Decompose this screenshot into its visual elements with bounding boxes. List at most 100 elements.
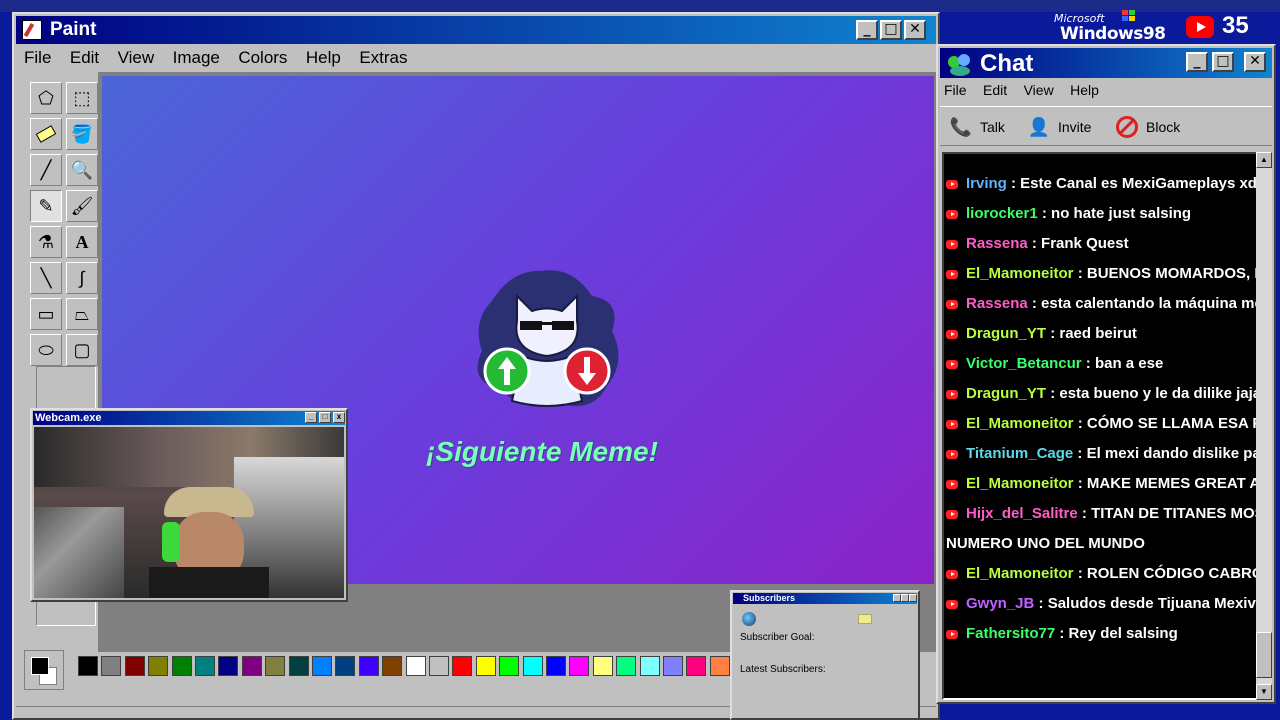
palette-swatch[interactable] <box>452 656 473 676</box>
picker-icon[interactable]: ╱ <box>30 154 62 186</box>
palette-swatch[interactable] <box>288 656 309 676</box>
subscribers-maximize-button[interactable] <box>901 594 909 602</box>
chat-username[interactable]: liorocker1 <box>966 205 1038 222</box>
chat-maximize-button[interactable]: □ <box>1212 52 1234 72</box>
minimize-button[interactable]: _ <box>856 20 878 40</box>
chat-username[interactable]: El_Mamoneitor <box>966 265 1074 282</box>
close-button[interactable]: ✕ <box>904 20 926 40</box>
chat-close-button[interactable]: ✕ <box>1244 52 1266 72</box>
chat-username[interactable]: Fathersito77 <box>966 625 1055 642</box>
palette-swatch[interactable] <box>335 656 356 676</box>
webcam-title: Webcam.exe <box>35 412 102 424</box>
paint-titlebar[interactable]: Paint _ □ ✕ <box>16 16 936 44</box>
text-icon[interactable]: A <box>66 226 98 258</box>
menu-edit[interactable]: Edit <box>70 46 99 70</box>
palette-swatch[interactable] <box>405 656 426 676</box>
subscribers-close-button[interactable] <box>909 594 917 602</box>
chat-message: Gwyn_JB : Saludos desde Tijuana Mexiver … <box>946 592 1256 616</box>
fill-icon[interactable]: 🪣 <box>66 118 98 150</box>
chat-username[interactable]: El_Mamoneitor <box>966 415 1074 432</box>
palette-swatch[interactable] <box>663 656 683 676</box>
palette-swatch[interactable] <box>475 656 496 676</box>
palette-swatch[interactable] <box>616 656 637 676</box>
palette-swatch[interactable] <box>499 656 520 676</box>
free-select-icon[interactable]: ⬠ <box>30 82 62 114</box>
palette-swatch[interactable] <box>101 656 122 676</box>
chat-titlebar[interactable]: Chat _ □ ✕ <box>940 48 1272 78</box>
palette-swatch[interactable] <box>358 656 379 676</box>
eraser-icon[interactable] <box>30 118 62 150</box>
palette-swatch[interactable] <box>382 656 403 676</box>
talk-button[interactable]: 📞 Talk <box>948 115 1005 139</box>
block-button[interactable]: Block <box>1114 115 1180 139</box>
palette-swatch[interactable] <box>592 656 613 676</box>
select-icon[interactable]: ⬚ <box>66 82 98 114</box>
rectangle-icon[interactable]: ▭ <box>30 298 62 330</box>
scroll-thumb[interactable] <box>1256 632 1272 678</box>
palette-swatch[interactable] <box>569 656 590 676</box>
palette-swatch[interactable] <box>546 656 566 676</box>
chat-messages[interactable]: Irving : Este Canal es MexiGameplays xd l… <box>942 152 1258 700</box>
chat-text: NUMERO UNO DEL MUNDO <box>946 535 1145 552</box>
palette-swatch[interactable] <box>312 656 332 676</box>
webcam-maximize-button[interactable]: □ <box>319 412 331 423</box>
chat-username[interactable]: Gwyn_JB <box>966 595 1034 612</box>
chat-username[interactable]: Rassena <box>966 235 1028 252</box>
menu-colors[interactable]: Colors <box>238 46 287 70</box>
chat-scrollbar[interactable]: ▲ ▼ <box>1256 152 1272 700</box>
palette-swatch[interactable] <box>195 656 215 676</box>
line-icon[interactable]: ╲ <box>30 262 62 294</box>
palette-swatch[interactable] <box>639 656 660 676</box>
chat-username[interactable]: Irving <box>966 175 1007 192</box>
chat-message: Rassena : Frank Quest <box>946 232 1256 256</box>
chat-username[interactable]: Dragun_YT <box>966 325 1046 342</box>
palette-swatch[interactable] <box>148 656 169 676</box>
webcam-minimize-button[interactable]: _ <box>305 412 317 423</box>
polygon-icon[interactable]: ⏢ <box>66 298 98 330</box>
chat-username[interactable]: Rassena <box>966 295 1028 312</box>
magnifier-icon[interactable]: 🔍 <box>66 154 98 186</box>
curve-icon[interactable]: ∫ <box>66 262 98 294</box>
chat-menu-view[interactable]: View <box>1024 82 1054 98</box>
menu-help[interactable]: Help <box>306 46 341 70</box>
chat-username[interactable]: Victor_Betancur <box>966 355 1082 372</box>
palette-swatch[interactable] <box>78 656 98 676</box>
palette-swatch[interactable] <box>218 656 239 676</box>
chat-menu-help[interactable]: Help <box>1070 82 1099 98</box>
menu-extras[interactable]: Extras <box>359 46 407 70</box>
chat-menu-edit[interactable]: Edit <box>983 82 1007 98</box>
brush-icon[interactable]: 🖌 <box>66 190 98 222</box>
palette-swatch[interactable] <box>265 656 286 676</box>
chat-username[interactable]: Hijx_del_Salitre <box>966 505 1078 522</box>
palette-swatch[interactable] <box>522 656 543 676</box>
scroll-up-arrow[interactable]: ▲ <box>1256 152 1272 168</box>
chat-menu-file[interactable]: File <box>944 82 967 98</box>
chat-username[interactable]: El_Mamoneitor <box>966 565 1074 582</box>
pencil-icon[interactable]: ✎ <box>30 190 62 222</box>
menu-image[interactable]: Image <box>173 46 220 70</box>
chat-username[interactable]: Titanium_Cage <box>966 445 1073 462</box>
airbrush-icon[interactable]: ⚗ <box>30 226 62 258</box>
palette-swatch[interactable] <box>171 656 192 676</box>
chat-message: El_Mamoneitor : ROLEN CÓDIGO CABRONE <box>946 562 1256 586</box>
chat-username[interactable]: El_Mamoneitor <box>966 475 1074 492</box>
subscribers-titlebar[interactable]: Subscribers <box>733 593 917 604</box>
rounded-rect-icon[interactable]: ▢ <box>66 334 98 366</box>
maximize-button[interactable]: □ <box>880 20 902 40</box>
menu-view[interactable]: View <box>118 46 155 70</box>
palette-swatch[interactable] <box>124 656 145 676</box>
subscribers-minimize-button[interactable] <box>893 594 901 602</box>
webcam-titlebar[interactable]: Webcam.exe _ □ x <box>33 411 345 425</box>
palette-swatch[interactable] <box>241 656 262 676</box>
invite-button[interactable]: 👤 Invite <box>1026 115 1092 139</box>
palette-swatch[interactable] <box>709 656 730 676</box>
palette-swatch[interactable] <box>429 656 449 676</box>
webcam-close-button[interactable]: x <box>333 412 345 423</box>
ellipse-icon[interactable]: ⬭ <box>30 334 62 366</box>
scroll-down-arrow[interactable]: ▼ <box>1256 684 1272 700</box>
chat-username[interactable]: Dragun_YT <box>966 385 1046 402</box>
current-colors[interactable] <box>24 650 64 690</box>
chat-minimize-button[interactable]: _ <box>1186 52 1208 72</box>
palette-swatch[interactable] <box>686 656 707 676</box>
menu-file[interactable]: File <box>24 46 51 70</box>
